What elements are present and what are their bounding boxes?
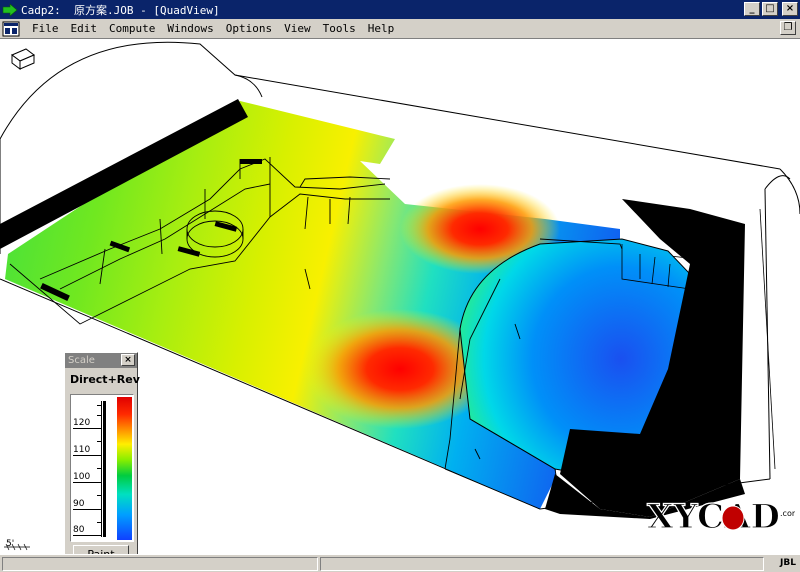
app-arrow-icon xyxy=(2,2,18,17)
maximize-icon: □ xyxy=(765,3,775,14)
restore-icon: ❐ xyxy=(783,22,793,33)
scale-close-button[interactable]: × xyxy=(121,354,135,366)
tick-label: 100 xyxy=(73,472,91,482)
status-pane-main xyxy=(2,557,318,571)
menu-options[interactable]: Options xyxy=(220,22,278,35)
menu-bar: File Edit Compute Windows Options View T… xyxy=(0,19,800,39)
xycad-logo: XYCAD .com xyxy=(646,496,795,536)
status-bar: JBL xyxy=(0,554,800,572)
minimize-button[interactable]: _ xyxy=(744,2,760,16)
color-scale: 120 110 100 90 80 xyxy=(70,394,134,542)
menu-compute[interactable]: Compute xyxy=(103,22,161,35)
tick-label: 110 xyxy=(73,445,91,455)
menu-view[interactable]: View xyxy=(278,22,317,35)
status-brand: JBL xyxy=(780,558,796,568)
scale-mode-label: Direct+Rev xyxy=(70,373,140,386)
close-icon: × xyxy=(785,3,795,14)
tick-label: 80 xyxy=(73,525,85,535)
scale-palette[interactable]: Scale × Direct+Rev 120 110 100 90 80 Pai… xyxy=(64,352,140,568)
restore-child-button[interactable]: ❐ xyxy=(780,21,796,35)
minimize-icon: _ xyxy=(749,3,755,14)
menu-file[interactable]: File xyxy=(26,22,65,35)
color-gradient-bar xyxy=(117,397,132,540)
menu-edit[interactable]: Edit xyxy=(65,22,104,35)
view-cube-icon[interactable] xyxy=(11,48,35,70)
status-pane-info xyxy=(320,557,764,571)
close-icon: × xyxy=(124,355,132,365)
svg-text:.com: .com xyxy=(780,509,795,518)
tick-label: 120 xyxy=(73,418,91,428)
menu-windows[interactable]: Windows xyxy=(161,22,219,35)
document-icon[interactable] xyxy=(2,21,20,37)
scale-reference-label: 5' xyxy=(6,539,15,549)
title-bar: Cadp2: 原方案.JOB - [QuadView] _ □ × xyxy=(0,0,800,19)
scale-palette-titlebar[interactable]: Scale × xyxy=(65,353,137,368)
tick-label: 90 xyxy=(73,499,85,509)
svg-text:XYCAD: XYCAD xyxy=(647,497,780,536)
maximize-button[interactable]: □ xyxy=(762,2,778,16)
menu-help[interactable]: Help xyxy=(362,22,401,35)
scale-palette-title: Scale xyxy=(68,355,95,366)
close-button[interactable]: × xyxy=(782,2,798,16)
window-title: Cadp2: 原方案.JOB - [QuadView] xyxy=(21,3,220,17)
menu-tools[interactable]: Tools xyxy=(317,22,362,35)
